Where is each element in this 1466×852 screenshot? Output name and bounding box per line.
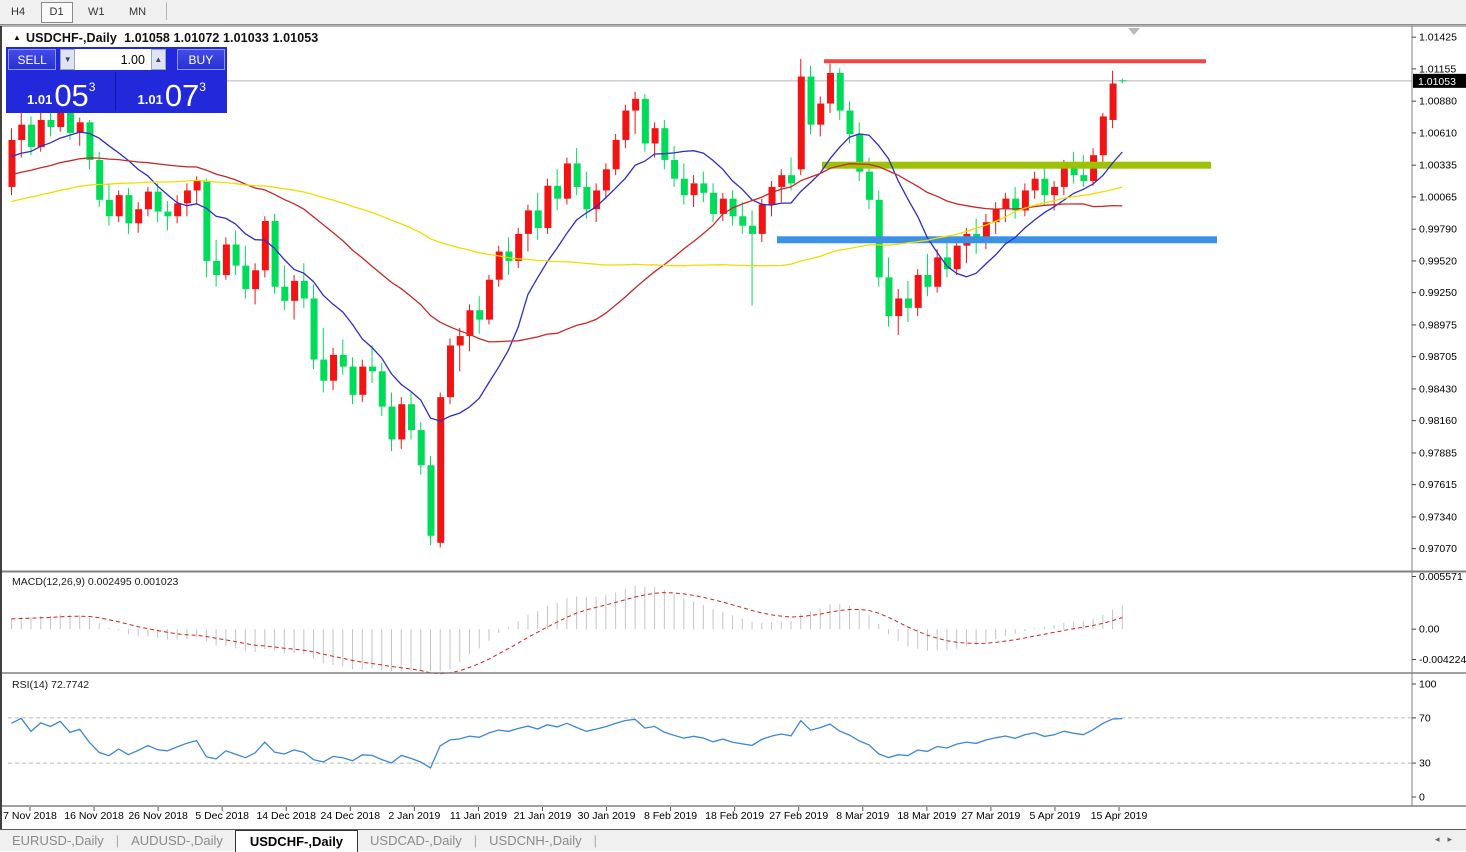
svg-text:70: 70 <box>1419 712 1431 724</box>
svg-text:18 Mar 2019: 18 Mar 2019 <box>897 810 956 822</box>
svg-text:24 Dec 2018: 24 Dec 2018 <box>321 810 381 822</box>
svg-text:0.99250: 0.99250 <box>1419 287 1457 299</box>
svg-text:0.00: 0.00 <box>1419 624 1440 636</box>
shift-marker-icon <box>1128 28 1140 35</box>
buy-price-tile[interactable]: 1.01 07 3 <box>119 72 226 111</box>
svg-text:1.01425: 1.01425 <box>1419 32 1457 44</box>
svg-text:1.01053: 1.01053 <box>1418 76 1456 88</box>
svg-text:0.97070: 0.97070 <box>1419 543 1457 555</box>
svg-text:15 Apr 2019: 15 Apr 2019 <box>1091 810 1148 822</box>
sell-button[interactable]: SELL <box>8 49 56 70</box>
tab-usdcad-daily[interactable]: USDCAD-,Daily <box>358 830 474 851</box>
rsi-value: 72.7742 <box>51 679 89 691</box>
tabs-scroll-left-icon[interactable]: ◂ <box>1435 834 1448 844</box>
macd-values: 0.002495 0.001023 <box>88 576 179 588</box>
tab-audusd-daily[interactable]: AUDUSD-,Daily <box>119 830 235 851</box>
sell-price-digits: 05 <box>54 83 88 109</box>
svg-text:26 Nov 2018: 26 Nov 2018 <box>128 810 188 822</box>
price-chart[interactable]: 1.014251.011551.008801.006101.003351.000… <box>0 0 1466 851</box>
svg-text:30: 30 <box>1419 758 1431 770</box>
svg-text:11 Jan 2019: 11 Jan 2019 <box>450 810 507 822</box>
volume-input[interactable]: 1.00 <box>75 49 151 70</box>
svg-text:5 Apr 2019: 5 Apr 2019 <box>1030 810 1081 822</box>
svg-text:1.00065: 1.00065 <box>1419 191 1457 203</box>
svg-text:0.97340: 0.97340 <box>1419 511 1457 523</box>
hline-support-lower[interactable] <box>777 236 1217 243</box>
date-axis: 7 Nov 2018 16 Nov 2018 26 Nov 2018 5 Dec 20… <box>3 807 1147 822</box>
svg-text:8 Feb 2019: 8 Feb 2019 <box>644 810 697 822</box>
sell-price-pipette: 3 <box>89 81 96 93</box>
svg-text:0.98430: 0.98430 <box>1419 383 1457 395</box>
svg-text:27 Mar 2019: 27 Mar 2019 <box>961 810 1020 822</box>
svg-text:30 Jan 2019: 30 Jan 2019 <box>578 810 636 822</box>
svg-text:0.98975: 0.98975 <box>1419 319 1457 331</box>
buy-button[interactable]: BUY <box>177 49 225 70</box>
svg-text:0: 0 <box>1419 792 1425 804</box>
buy-price-pipette: 3 <box>199 81 206 93</box>
one-click-trade-panel: SELL ▼ 1.00 ▲ BUY 1.01 05 3 1.01 07 3 <box>6 47 227 113</box>
buy-price-prefix: 1.01 <box>138 93 163 106</box>
collapse-panel-icon[interactable]: ▲ <box>13 33 21 42</box>
timeframe-tab-d1[interactable]: D1 <box>41 2 73 23</box>
rsi-indicator-label: RSI(14) 72.7742 <box>12 679 89 691</box>
chart-ohlc-values: 1.01058 1.01072 1.01033 1.01053 <box>124 31 318 45</box>
svg-text:0.98160: 0.98160 <box>1419 415 1457 427</box>
price-axis-labels: 1.01425 1.01155 1.00880 1.00610 1.00335 1.000… <box>1412 32 1457 556</box>
svg-text:0.98705: 0.98705 <box>1419 351 1457 363</box>
svg-text:21 Jan 2019: 21 Jan 2019 <box>514 810 572 822</box>
buy-price-digits: 07 <box>165 83 199 109</box>
svg-text:-0.004224: -0.004224 <box>1419 654 1466 666</box>
sell-price-tile[interactable]: 1.01 05 3 <box>8 72 116 111</box>
svg-text:16 Nov 2018: 16 Nov 2018 <box>64 810 124 822</box>
timeframe-tab-h4[interactable]: H4 <box>2 2 34 23</box>
svg-text:0.99520: 0.99520 <box>1419 255 1457 267</box>
svg-text:0.99790: 0.99790 <box>1419 224 1457 236</box>
svg-text:0.97885: 0.97885 <box>1419 447 1457 459</box>
svg-text:1.00610: 1.00610 <box>1419 127 1457 139</box>
svg-text:14 Dec 2018: 14 Dec 2018 <box>256 810 316 822</box>
tab-usdchf-daily[interactable]: USDCHF-,Daily <box>235 830 358 852</box>
svg-text:2 Jan 2019: 2 Jan 2019 <box>388 810 440 822</box>
chart-ohlc-title: ▲ USDCHF-,Daily 1.01058 1.01072 1.01033 1… <box>13 31 318 45</box>
svg-text:1.01155: 1.01155 <box>1419 63 1456 75</box>
tab-usdcnh-daily[interactable]: USDCNH-,Daily <box>477 830 593 851</box>
volume-decrease-icon[interactable]: ▼ <box>60 49 75 70</box>
svg-text:0.005571: 0.005571 <box>1419 571 1463 583</box>
macd-histogram <box>12 586 1123 671</box>
tabs-scroll-right-icon[interactable]: ▸ <box>1447 834 1460 844</box>
timeframe-toolbar: H4 D1 W1 MN <box>0 0 1466 25</box>
svg-text:1.00335: 1.00335 <box>1419 160 1457 172</box>
timeframe-tab-mn[interactable]: MN <box>120 2 155 23</box>
macd-indicator-label: MACD(12,26,9) 0.002495 0.001023 <box>12 576 178 588</box>
sell-price-prefix: 1.01 <box>27 93 52 106</box>
svg-text:18 Feb 2019: 18 Feb 2019 <box>705 810 764 822</box>
tab-eurusd-daily[interactable]: EURUSD-,Daily <box>0 830 116 851</box>
svg-text:1.00880: 1.00880 <box>1419 96 1457 108</box>
timeframe-tab-w1[interactable]: W1 <box>79 2 114 23</box>
symbol-tab-bar: EURUSD-,Daily | AUDUSD-,Daily USDCHF-,Da… <box>0 829 1466 851</box>
volume-increase-icon[interactable]: ▲ <box>151 49 166 70</box>
candles <box>9 59 1127 548</box>
svg-text:8 Mar 2019: 8 Mar 2019 <box>836 810 889 822</box>
svg-text:27 Feb 2019: 27 Feb 2019 <box>769 810 828 822</box>
svg-text:0.97615: 0.97615 <box>1419 479 1457 491</box>
svg-text:7 Nov 2018: 7 Nov 2018 <box>3 810 57 822</box>
rsi-line <box>12 718 1123 768</box>
svg-text:100: 100 <box>1419 679 1437 691</box>
chart-symbol-label: USDCHF-,Daily <box>26 31 117 45</box>
svg-text:5 Dec 2018: 5 Dec 2018 <box>195 810 249 822</box>
hline-resistance-upper[interactable] <box>824 59 1206 63</box>
toolbar-divider <box>166 2 167 20</box>
